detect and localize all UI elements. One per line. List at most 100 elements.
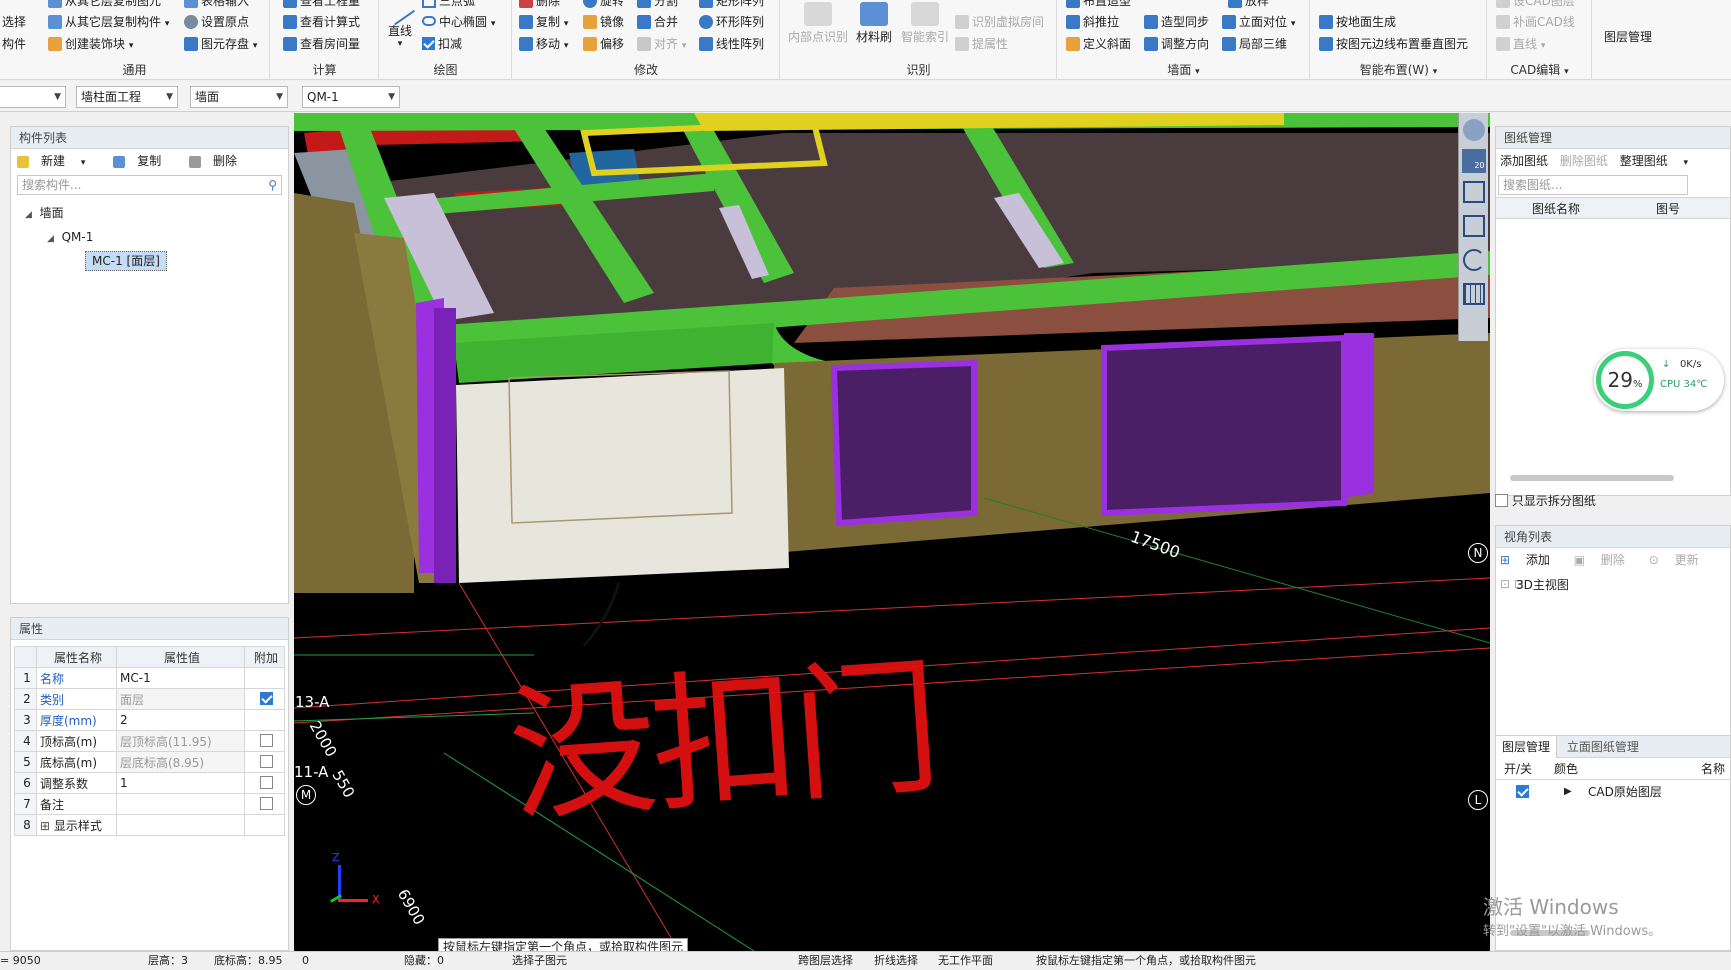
top-view-icon[interactable] — [1462, 181, 1485, 203]
delete-drawing-button[interactable]: 删除图纸 — [1560, 154, 1608, 168]
update-view-button[interactable]: ⊙ 更新 — [1649, 553, 1711, 567]
generate-by-floor-button[interactable]: 按地面生成 — [1319, 12, 1396, 32]
table-row[interactable]: 3 厚度(mm) 2 — [14, 709, 285, 731]
split-button[interactable]: 分割 — [637, 0, 678, 11]
tab-elevation-drawing[interactable]: 立面图纸管理 — [1561, 736, 1645, 758]
material-brush-button[interactable]: 材料刷 — [851, 2, 897, 45]
table-row[interactable]: 1 名称 MC-1 — [14, 667, 285, 689]
copy-component-button[interactable]: 复制 — [113, 154, 173, 168]
3d-scene[interactable] — [294, 113, 1490, 951]
grid-view-icon[interactable] — [1462, 283, 1485, 305]
table-input-button[interactable]: 表格输入 — [184, 0, 249, 11]
extra-checkbox[interactable] — [259, 692, 273, 705]
type-select[interactable]: 墙面 ▼ — [190, 86, 288, 108]
loft-button[interactable]: 放样 — [1228, 0, 1269, 11]
drawing-search-input[interactable]: 搜索图纸... — [1498, 175, 1688, 195]
tree-node-leaf-selected[interactable]: MC-1 [面层] — [11, 249, 288, 273]
shape-sync-button[interactable]: 造型同步 — [1144, 12, 1209, 32]
local-3d-button[interactable]: 局部三维 — [1222, 34, 1287, 54]
select-button[interactable]: 选择 — [2, 12, 26, 32]
column-name[interactable]: 图纸名称 — [1532, 198, 1580, 220]
copy-from-other-layer-image-button[interactable]: 从其它层复制图元 — [48, 0, 161, 11]
copy-component-button[interactable]: 从其它层复制构件 ▾ — [48, 12, 169, 32]
property-value[interactable]: 面层 — [116, 688, 245, 710]
identify-virtual-room-button[interactable]: 识别虚拟房间 — [955, 12, 1044, 32]
tree-node-root[interactable]: ◢ 墙面 — [11, 201, 288, 225]
rect-array-button[interactable]: 矩形阵列 — [699, 0, 764, 11]
rotate-view-icon[interactable] — [1462, 249, 1485, 271]
view-list-item[interactable]: 3D主视图 — [1496, 572, 1730, 598]
cad-straight-line-button[interactable]: 直线 ▾ — [1496, 34, 1545, 54]
extra-checkbox[interactable] — [259, 797, 273, 810]
select-subelement-button[interactable]: 选择子图元 — [512, 952, 567, 970]
merge-button[interactable]: 合并 — [637, 12, 678, 32]
oblique-pull-button[interactable]: 斜推拉 — [1066, 12, 1119, 32]
deduct-checkbox[interactable]: 扣减 — [422, 34, 462, 54]
cpu-widget[interactable]: 29% ↓ 0K/s CPU 34℃ — [1594, 349, 1724, 411]
table-row[interactable]: 5 底标高(m) 层底标高(8.95) — [14, 751, 285, 773]
table-row[interactable]: 7 备注 — [14, 793, 285, 815]
property-value[interactable] — [116, 793, 245, 815]
component-select[interactable]: QM-1 ▼ — [302, 86, 400, 108]
copy-button[interactable]: 复制 ▾ — [519, 12, 568, 32]
component-search-input[interactable]: 搜索构件... ⚲ — [17, 175, 282, 195]
extra-checkbox[interactable] — [259, 755, 273, 768]
extra-checkbox[interactable] — [259, 734, 273, 747]
rotate-button[interactable]: 旋转 — [583, 0, 624, 11]
center-ellipse-button[interactable]: 中心椭圆 ▾ — [422, 12, 495, 32]
expand-icon[interactable]: ◢ — [47, 234, 54, 244]
workplane-select[interactable]: 无工作平面 — [938, 952, 993, 970]
3d-viewport[interactable]: 没扣门 17500 13-A 2000 11-A 550 M 6900 N L … — [294, 113, 1490, 951]
horizontal-scrollbar[interactable] — [1510, 475, 1674, 481]
define-slope-button[interactable]: 定义斜面 — [1066, 34, 1131, 54]
orbit-icon[interactable] — [1462, 119, 1485, 141]
component-button[interactable]: 构件 — [2, 34, 26, 54]
delete-view-button[interactable]: ▣ 删除 — [1574, 553, 1637, 567]
property-value[interactable]: MC-1 — [116, 667, 245, 689]
extract-attr-button[interactable]: 提属性 — [955, 34, 1008, 54]
move-button[interactable]: 移动 ▾ — [519, 34, 568, 54]
property-value[interactable]: 2 — [116, 709, 245, 731]
align-button[interactable]: 对齐 ▾ — [637, 34, 686, 54]
floor-select[interactable]: ▼ — [0, 86, 66, 108]
tab-layer-management[interactable]: 图层管理 — [1496, 736, 1558, 758]
offset-button[interactable]: 偏移 — [583, 34, 624, 54]
table-row[interactable]: 4 顶标高(m) 层顶标高(11.95) — [14, 730, 285, 752]
ring-array-button[interactable]: 环形阵列 — [699, 12, 764, 32]
view-20-button[interactable]: 20 — [1461, 149, 1486, 173]
front-view-icon[interactable] — [1462, 215, 1485, 237]
view-quantity-button[interactable]: 查看工程量 — [283, 0, 360, 11]
create-decoration-button[interactable]: 创建装饰块 ▾ — [48, 34, 133, 54]
adjust-direction-button[interactable]: 调整方向 — [1144, 34, 1209, 54]
cross-layer-select-button[interactable]: 跨图层选择 — [798, 952, 853, 970]
inner-point-identify-button[interactable]: 内部点识别 — [787, 2, 849, 45]
property-value[interactable]: 层底标高(8.95) — [116, 751, 245, 773]
table-row[interactable]: 6 调整系数 1 — [14, 772, 285, 794]
property-value[interactable]: 层顶标高(11.95) — [116, 730, 245, 752]
add-cad-line-button[interactable]: 补画CAD线 — [1496, 12, 1575, 32]
tree-node-child[interactable]: ◢ QM-1 — [11, 225, 288, 249]
expand-icon[interactable]: ◢ — [25, 210, 32, 220]
group-title[interactable]: CAD编辑 ▾ — [1488, 61, 1591, 78]
property-value[interactable] — [116, 814, 245, 836]
add-view-button[interactable]: ⊞ 添加 — [1500, 553, 1562, 567]
property-value[interactable]: 1 — [116, 772, 245, 794]
expand-icon[interactable]: ▶ — [1564, 780, 1572, 804]
add-drawing-button[interactable]: 添加图纸 — [1500, 154, 1548, 168]
column-number[interactable]: 图号 — [1656, 198, 1680, 220]
purple-column-2[interactable] — [434, 308, 456, 583]
set-cad-layer-button[interactable]: 设CAD图层 — [1496, 0, 1575, 11]
smart-index-button[interactable]: 智能索引 — [899, 2, 951, 45]
layer-management-button[interactable]: 图层管理 — [1597, 28, 1659, 45]
category-select[interactable]: 墙柱面工程 ▼ — [76, 86, 178, 108]
layer-visible-checkbox[interactable] — [1516, 785, 1529, 798]
table-row[interactable]: 8 ⊞ 显示样式 — [14, 814, 285, 836]
extra-checkbox[interactable] — [259, 776, 273, 789]
layer-row[interactable]: ▶ CAD原始图层 — [1496, 780, 1730, 804]
linear-array-button[interactable]: 线性阵列 — [699, 34, 764, 54]
line-button[interactable]: 直线 ▾ — [382, 0, 418, 49]
delete-component-button[interactable]: 删除 — [189, 154, 249, 168]
expand-icon[interactable]: ⊞ — [40, 819, 54, 833]
new-component-button[interactable]: 新建 ▾ — [17, 154, 97, 168]
purple-window-1[interactable] — [830, 359, 977, 527]
